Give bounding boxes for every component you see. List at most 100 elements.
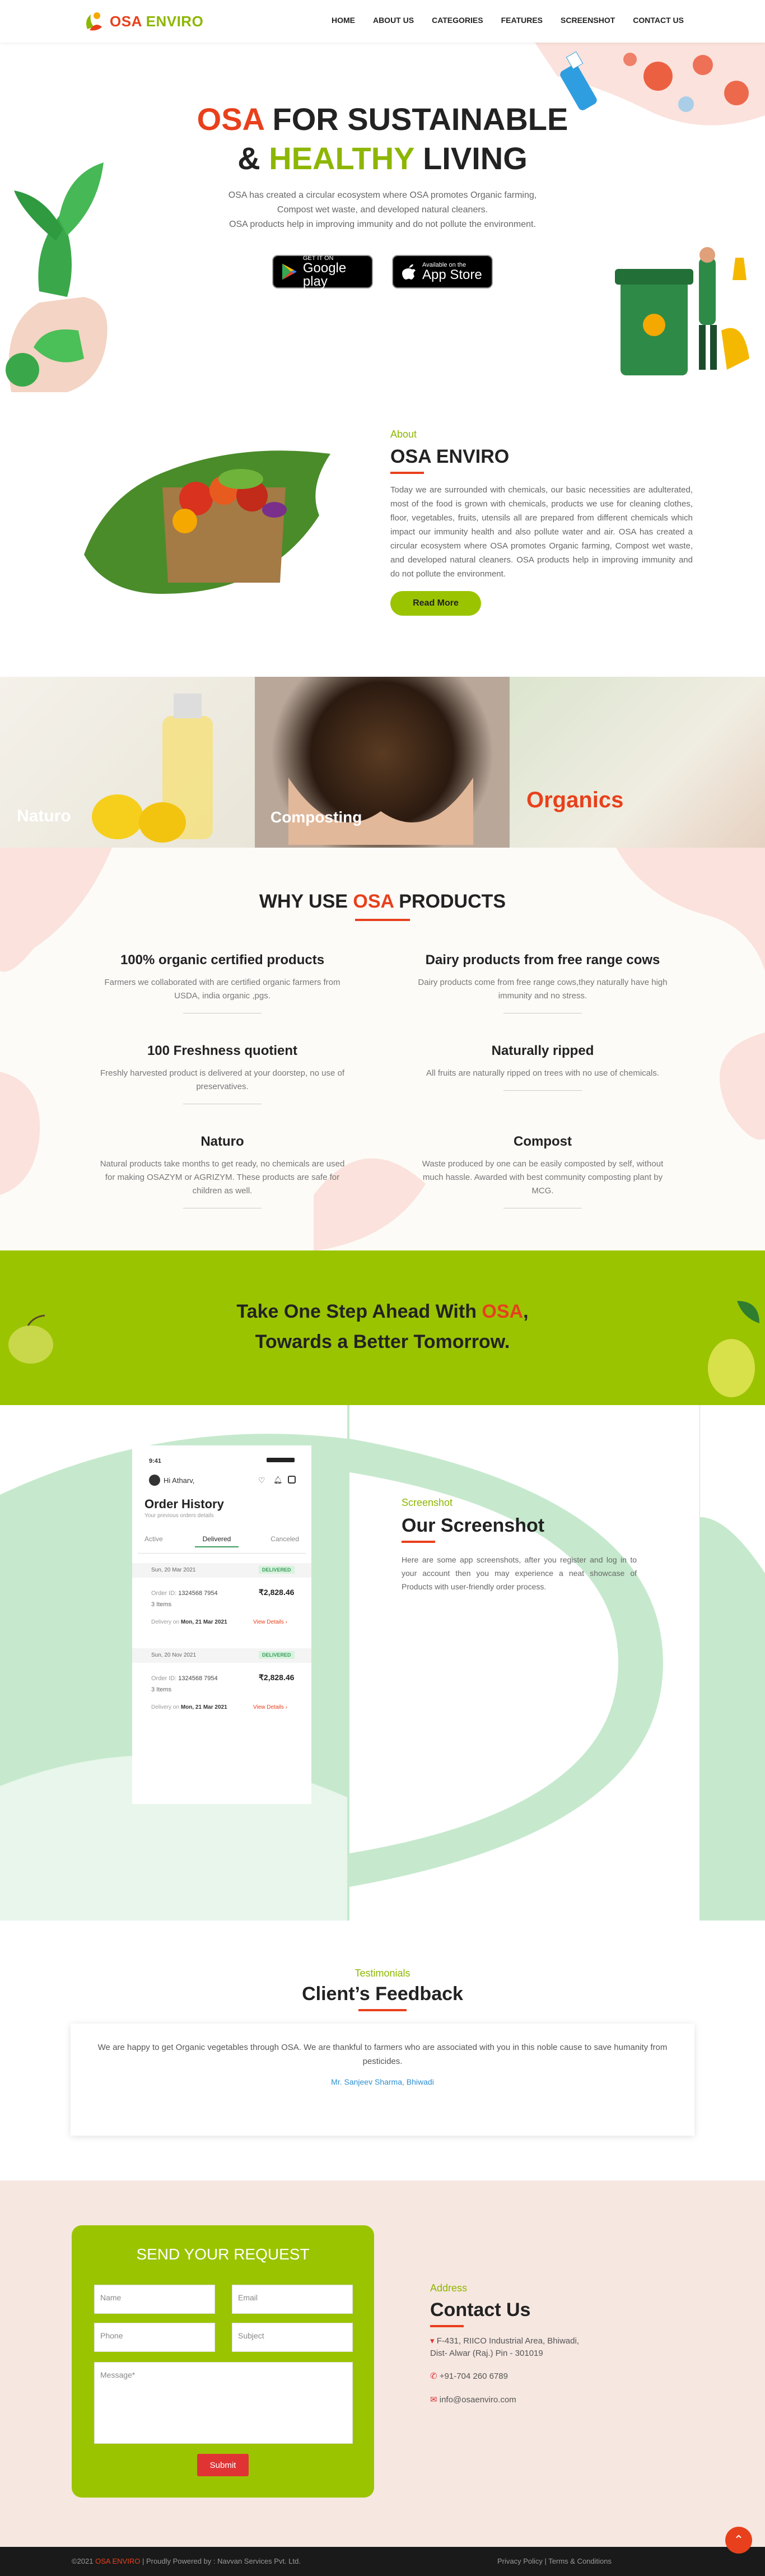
envelope-icon: ✉ bbox=[430, 2395, 437, 2405]
main-menu: HOME ABOUT US CATEGORIES FEATURES SCREEN… bbox=[332, 16, 684, 25]
app-store-big: App Store bbox=[422, 267, 482, 282]
about-text: Today we are surrounded with chemicals, … bbox=[390, 485, 693, 579]
tab-active[interactable]: Active bbox=[144, 1535, 163, 1547]
app-store-button[interactable]: Available on the App Store bbox=[392, 255, 493, 289]
top-navbar: OSA ENVIRO HOME ABOUT US CATEGORIES FEAT… bbox=[0, 0, 765, 43]
contact-address: ▾ F-431, RIICO Industrial Area, Bhiwadi,… bbox=[430, 2335, 579, 2360]
hero-sub-line1: OSA has created a circular ecosystem whe… bbox=[228, 190, 537, 200]
order-id-label: Order ID: bbox=[151, 1590, 177, 1597]
hero-osa: OSA bbox=[197, 101, 264, 137]
order-items: 3 Items bbox=[151, 1601, 172, 1608]
lemons-icon bbox=[92, 794, 186, 843]
footer-brand[interactable]: OSA ENVIRO bbox=[95, 2557, 140, 2565]
feature-text: All fruits are naturally ripped on trees… bbox=[426, 1068, 660, 1078]
email-input[interactable]: Email bbox=[232, 2285, 353, 2314]
google-play-button[interactable]: GET IT ON Google play bbox=[272, 255, 373, 289]
subject-input[interactable]: Subject bbox=[232, 2323, 353, 2352]
phone-tabs: Active Delivered Canceled bbox=[144, 1535, 299, 1547]
contact-phone[interactable]: ✆ +91-704 260 6789 bbox=[430, 2371, 508, 2381]
order-id-label: Order ID: bbox=[151, 1675, 177, 1682]
feature-text: Farmers we collaborated with are certifi… bbox=[104, 978, 340, 1001]
why-t3: PRODUCTS bbox=[399, 891, 506, 912]
heart-icon[interactable]: ♡ bbox=[258, 1476, 265, 1485]
hero-living: LIVING bbox=[423, 141, 528, 176]
feature-title: Naturally ripped bbox=[491, 1043, 594, 1058]
testimonial-quote: We are happy to get Organic vegetables t… bbox=[97, 2043, 668, 2066]
delivery-label: Delivery on bbox=[151, 1619, 180, 1625]
order-id: 1324568 7954 bbox=[178, 1675, 218, 1682]
hero-title: OSA FOR SUSTAINABLE & HEALTHY LIVING bbox=[0, 100, 765, 178]
delivery-date: Mon, 21 Mar 2021 bbox=[180, 1619, 227, 1625]
phone-greeting: Hi Atharv, bbox=[164, 1476, 195, 1485]
hero-amp: & bbox=[237, 141, 260, 176]
delivery-label: Delivery on bbox=[151, 1704, 180, 1710]
banner-organics[interactable]: Organics bbox=[510, 677, 765, 848]
view-details-link[interactable]: View Details › bbox=[253, 1704, 287, 1710]
nav-categories[interactable]: CATEGORIES bbox=[432, 16, 483, 25]
testimonials-title: Client’s Feedback bbox=[302, 1983, 463, 2005]
feature-title: 100 Freshness quotient bbox=[147, 1043, 298, 1058]
tab-delivered[interactable]: Delivered bbox=[194, 1535, 239, 1547]
phone-time: 9:41 bbox=[149, 1458, 162, 1464]
order-amount: ₹2,828.46 bbox=[259, 1588, 295, 1597]
view-details-link[interactable]: View Details › bbox=[253, 1619, 287, 1625]
order-items: 3 Items bbox=[151, 1686, 172, 1693]
email-address: info@osaenviro.com bbox=[439, 2395, 516, 2405]
name-input[interactable]: Name bbox=[94, 2285, 215, 2314]
logo-enviro: ENVIRO bbox=[146, 12, 204, 30]
cta-comma: , bbox=[523, 1301, 529, 1322]
banner-composting[interactable]: Composting bbox=[255, 677, 510, 848]
logo-osa: OSA bbox=[110, 12, 142, 30]
why-underline bbox=[355, 919, 410, 921]
testimonials-underline bbox=[358, 2009, 407, 2011]
nav-features[interactable]: FEATURES bbox=[501, 16, 543, 25]
cta-text: Take One Step Ahead With OSA, Towards a … bbox=[0, 1296, 765, 1357]
feature-divider bbox=[503, 1090, 582, 1091]
site-logo[interactable]: OSA ENVIRO bbox=[83, 10, 203, 32]
phone-input[interactable]: Phone bbox=[94, 2323, 215, 2352]
phone-icon: ✆ bbox=[430, 2372, 437, 2381]
view-details-label: View Details bbox=[253, 1704, 284, 1710]
submit-button[interactable]: Submit bbox=[197, 2454, 249, 2476]
footer-copy: ©2021 bbox=[72, 2557, 94, 2565]
read-more-button[interactable]: Read More bbox=[390, 591, 481, 616]
cta-line2: Towards a Better Tomorrow. bbox=[255, 1331, 510, 1352]
contact-underline bbox=[430, 2325, 464, 2327]
order-card[interactable]: Sun, 20 Nov 2021 DELIVERED Order ID: 132… bbox=[132, 1648, 311, 1743]
order-amount: ₹2,828.46 bbox=[259, 1673, 295, 1682]
banner-naturo[interactable]: Naturo bbox=[0, 677, 255, 848]
feature-compost: Compost Waste produced by one can be easi… bbox=[417, 1134, 669, 1208]
nav-home[interactable]: HOME bbox=[332, 16, 355, 25]
message-input[interactable]: Message* bbox=[94, 2362, 353, 2444]
screenshot-text: Here are some app screenshots, after you… bbox=[402, 1555, 637, 1591]
phone-status-icons bbox=[267, 1458, 295, 1462]
feature-dairy: Dairy products from free range cows Dairy… bbox=[417, 952, 669, 1013]
screenshot-panel-shapes bbox=[349, 1439, 663, 1887]
avatar[interactable] bbox=[149, 1475, 160, 1486]
nav-contact[interactable]: CONTACT US bbox=[633, 16, 684, 25]
scroll-top-button[interactable]: ⌃ bbox=[725, 2527, 752, 2554]
cta-line1: Take One Step Ahead With bbox=[236, 1301, 477, 1322]
footer-powered: | Proudly Powered by : Navvan Services P… bbox=[142, 2557, 301, 2565]
order-card[interactable]: Sun, 20 Mar 2021 DELIVERED Order ID: 132… bbox=[132, 1563, 311, 1658]
contact-email[interactable]: ✉ info@osaenviro.com bbox=[430, 2394, 516, 2405]
feature-organic: 100% organic certified products Farmers w… bbox=[96, 952, 348, 1013]
screenshot-underline bbox=[402, 1541, 435, 1543]
cta-osa: OSA bbox=[482, 1301, 524, 1322]
address-line1: F-431, RIICO Industrial Area, Bhiwadi, bbox=[436, 2336, 579, 2346]
testimonials-label: Testimonials bbox=[354, 1968, 411, 1979]
bell-icon[interactable]: 🔔︎ bbox=[273, 1476, 283, 1485]
feature-title: 100% organic certified products bbox=[120, 952, 325, 968]
hero-subtitle: OSA has created a circular ecosystem whe… bbox=[0, 188, 765, 232]
tab-canceled[interactable]: Canceled bbox=[270, 1535, 299, 1547]
footer-links[interactable]: Privacy Policy | Terms & Conditions bbox=[497, 2557, 612, 2565]
nav-screenshot[interactable]: SCREENSHOT bbox=[561, 16, 615, 25]
cart-icon[interactable] bbox=[288, 1476, 296, 1484]
google-play-icon bbox=[282, 263, 297, 280]
nav-about[interactable]: ABOUT US bbox=[373, 16, 414, 25]
banner-naturo-label: Naturo bbox=[17, 807, 71, 825]
about-underline bbox=[390, 472, 424, 474]
footer: ©2021 OSA ENVIRO | Proudly Powered by : … bbox=[0, 2547, 765, 2576]
banner-overlay bbox=[510, 677, 765, 848]
feature-naturo: Naturo Natural products take months to ge… bbox=[96, 1134, 348, 1208]
